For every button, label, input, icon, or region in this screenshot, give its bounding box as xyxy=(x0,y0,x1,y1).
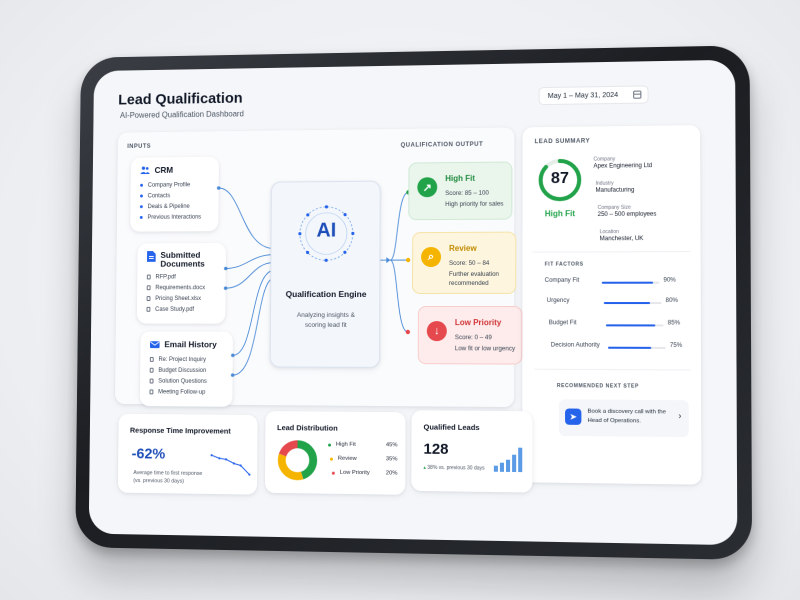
factor-bar xyxy=(601,281,660,284)
divider xyxy=(534,368,691,371)
tablet-device: Lead Qualification AI-Powered Qualificat… xyxy=(75,45,753,560)
lead-fit-label: High Fit xyxy=(544,209,576,219)
lead-distribution-card: Lead Distribution High Fit 45% Review 35% … xyxy=(264,411,406,495)
ai-logo: AI xyxy=(316,219,337,242)
bar-mark xyxy=(493,465,498,472)
engine-title: Qualification Engine xyxy=(285,289,367,300)
lead-score-value: 87 xyxy=(550,169,569,188)
location-field: Location Manchester, UK xyxy=(599,229,644,243)
qualified-leads-card: Qualified Leads 128 ▴ 38% vs. previous 3… xyxy=(411,410,533,493)
review-score: Score: 50 – 84 xyxy=(448,259,490,267)
qualification-engine-card[interactable]: AI Qualification Engine Analyzing insigh… xyxy=(269,180,381,368)
factor-bar xyxy=(603,302,662,305)
legend-dot xyxy=(331,471,335,475)
fit-factors-label: FIT FACTORS xyxy=(544,261,584,268)
page-title: Lead Qualification xyxy=(118,89,243,109)
factor-bar xyxy=(605,324,664,327)
lead-summary-panel: LEAD SUMMARY 87 High Fit Company Apex Eng… xyxy=(522,125,702,485)
factor-bar-fill xyxy=(607,346,652,349)
legend-item: Low Priority 20% xyxy=(331,470,397,485)
qualified-leads-trend: ▴ 38% vs. previous 30 days xyxy=(423,464,485,472)
date-range-label: May 1 – May 31, 2024 xyxy=(547,91,619,100)
high-fit-output-card[interactable]: ↗ High Fit Score: 85 – 100 High priority… xyxy=(408,161,513,221)
qualified-leads-value: 128 xyxy=(423,440,449,459)
trend-up-icon: ↗ xyxy=(417,177,438,198)
factor-bar-fill xyxy=(603,302,650,305)
bar-mark xyxy=(506,459,511,472)
low-priority-score: Score: 0 – 49 xyxy=(454,334,492,342)
qualified-bar-chart xyxy=(493,447,523,473)
low-priority-title: Low Priority xyxy=(454,318,502,328)
legend-dot xyxy=(328,443,332,447)
search-icon: ⌕ xyxy=(421,246,442,268)
factor-row: Company Fit 90% xyxy=(544,277,676,284)
review-desc: Further evaluation recommended xyxy=(448,270,500,287)
lead-summary-label: LEAD SUMMARY xyxy=(534,138,591,146)
low-priority-desc: Low fit or low urgency xyxy=(454,345,516,353)
qualified-leads-title: Qualified Leads xyxy=(423,422,480,433)
date-range-picker[interactable]: May 1 – May 31, 2024 xyxy=(538,85,649,106)
next-step-card[interactable]: ➤ Book a discovery call with the Head of … xyxy=(558,399,689,438)
industry-field: Industry Manufacturing xyxy=(595,180,635,194)
bar-mark xyxy=(512,454,517,473)
calendar-icon xyxy=(633,90,642,99)
review-title: Review xyxy=(449,243,477,253)
dashboard-screen: Lead Qualification AI-Powered Qualificat… xyxy=(88,59,738,546)
response-time-title: Response Time Improvement xyxy=(129,425,231,436)
response-time-desc: Average time to first response (vs. previ… xyxy=(133,470,203,485)
company-size-field: Company Size 250 – 500 employees xyxy=(597,204,657,219)
high-fit-desc: High priority for sales xyxy=(445,200,504,209)
send-icon: ➤ xyxy=(565,408,582,425)
response-time-card: Response Time Improvement -62% Average t… xyxy=(117,413,258,495)
response-sparkline xyxy=(210,452,251,478)
distribution-donut xyxy=(275,437,320,484)
factor-bar-fill xyxy=(605,324,655,327)
high-fit-score: Score: 85 – 100 xyxy=(445,189,489,198)
lead-distribution-title: Lead Distribution xyxy=(277,423,338,433)
factor-bar xyxy=(607,346,666,349)
company-field: Company Apex Engineering Ltd xyxy=(593,156,653,170)
high-fit-title: High Fit xyxy=(445,173,476,184)
page-subtitle: AI-Powered Qualification Dashboard xyxy=(119,109,244,120)
factor-row: Urgency 80% xyxy=(546,297,678,305)
factor-bar-fill xyxy=(601,281,654,284)
low-priority-output-card[interactable]: ↓ Low Priority Score: 0 – 49 Low fit or … xyxy=(417,306,523,365)
next-step-text: Book a discovery call with the Head of Op… xyxy=(587,408,666,425)
legend-item: Review 35% xyxy=(329,456,397,471)
distribution-legend: High Fit 45% Review 35% Low Priority 20% xyxy=(328,442,398,485)
review-output-card[interactable]: ⌕ Review Score: 50 – 84 Further evaluati… xyxy=(411,231,517,295)
legend-dot xyxy=(329,457,333,461)
divider xyxy=(532,251,691,253)
legend-item: High Fit 45% xyxy=(328,442,398,457)
qualification-flow-panel: INPUTS QUALIFICATION OUTPUT CRM Company … xyxy=(114,127,523,408)
engine-description: Analyzing insights & scoring lead fit xyxy=(296,311,355,329)
bar-mark xyxy=(499,462,504,472)
arrow-down-icon: ↓ xyxy=(426,321,447,342)
factor-row: Decision Authority 75% xyxy=(550,342,683,350)
response-time-value: -62% xyxy=(131,445,166,463)
next-step-label: RECOMMENDED NEXT STEP xyxy=(556,383,639,390)
factor-row: Budget Fit 85% xyxy=(548,320,681,327)
chevron-right-icon: › xyxy=(678,410,682,421)
bar-mark xyxy=(518,447,523,473)
